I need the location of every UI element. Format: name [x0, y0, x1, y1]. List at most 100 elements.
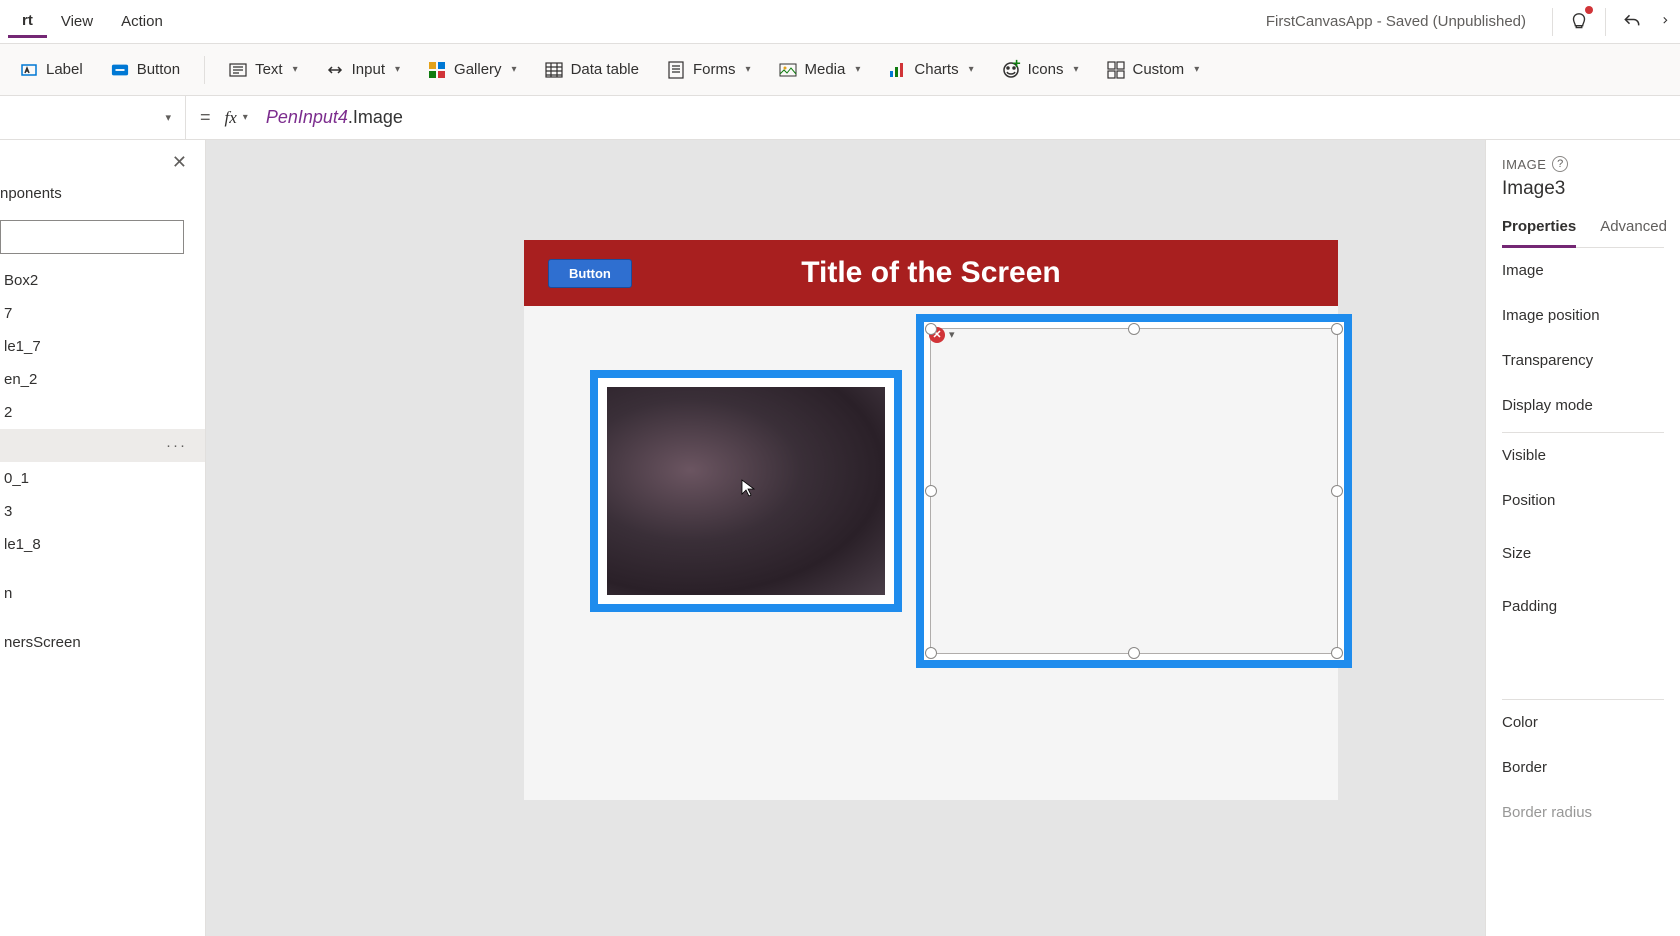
image-control-1[interactable] [590, 370, 902, 612]
cursor-icon [741, 479, 755, 497]
label-icon [20, 61, 38, 79]
chevron-down-icon: ▾ [1073, 64, 1078, 75]
resize-handle[interactable] [1331, 323, 1343, 335]
tree-item[interactable]: ··· [0, 429, 205, 462]
top-menubar: rt View Action FirstCanvasApp - Saved (U… [0, 0, 1680, 44]
selection-frame[interactable]: ✕ ▾ [930, 328, 1338, 654]
insert-forms-dropdown[interactable]: Forms▾ [655, 55, 763, 85]
close-icon[interactable]: ✕ [172, 152, 187, 173]
insert-ribbon: Label Button Text▾ Input▾ Gallery▾ Data … [0, 44, 1680, 96]
components-tab[interactable]: nponents [0, 181, 205, 212]
divider [1552, 8, 1553, 36]
prop-image-position[interactable]: Image position [1502, 293, 1664, 338]
prop-visible[interactable]: Visible [1502, 433, 1664, 478]
prop-color[interactable]: Color [1502, 700, 1664, 745]
screen-header: Button Title of the Screen [524, 240, 1338, 306]
insert-label-button[interactable]: Label [8, 55, 95, 85]
tree-item[interactable]: 7 [0, 297, 205, 330]
tree-item[interactable] [0, 561, 205, 577]
app-checker-icon[interactable] [1559, 2, 1599, 42]
screen-title: Title of the Screen [524, 256, 1338, 290]
insert-custom-dropdown[interactable]: Custom▾ [1095, 55, 1212, 85]
datatable-icon [545, 61, 563, 79]
redo-icon[interactable] [1652, 2, 1672, 42]
input-icon [326, 61, 344, 79]
tree-search[interactable] [0, 220, 205, 254]
resize-handle[interactable] [925, 485, 937, 497]
prop-padding[interactable]: Padding [1502, 576, 1664, 629]
control-type-label: IMAGE ? [1502, 156, 1664, 172]
tree-list: Box27le1_7en_22 ··· 0_13le1_8n nersScreen [0, 264, 205, 659]
image-control-selected[interactable]: ✕ ▾ [916, 314, 1352, 668]
chevron-down-icon: ▾ [395, 64, 400, 75]
chevron-down-icon: ▾ [855, 64, 860, 75]
tree-item[interactable]: le1_8 [0, 528, 205, 561]
resize-handle[interactable] [925, 323, 937, 335]
prop-size[interactable]: Size [1502, 523, 1664, 576]
image-content [607, 387, 885, 595]
control-name[interactable]: Image3 [1502, 178, 1664, 200]
app-screen: Button Title of the Screen ✕ ▾ [524, 240, 1338, 800]
canvas-area[interactable]: Button Title of the Screen ✕ ▾ [206, 140, 1485, 936]
menu-insert[interactable]: rt [8, 6, 47, 38]
insert-icons-dropdown[interactable]: + Icons▾ [990, 55, 1091, 85]
formula-input[interactable]: fx ▾ PenInput4.Image [225, 96, 1680, 139]
prop-image[interactable]: Image [1502, 248, 1664, 293]
gallery-icon [428, 61, 446, 79]
chevron-down-icon[interactable]: ▾ [949, 328, 955, 341]
chevron-down-icon: ▾ [1194, 64, 1199, 75]
resize-handle[interactable] [925, 647, 937, 659]
chevron-down-icon: ▾ [165, 111, 171, 124]
resize-handle[interactable] [1331, 485, 1343, 497]
chevron-down-icon: ▾ [745, 64, 750, 75]
resize-handle[interactable] [1331, 647, 1343, 659]
tree-item[interactable] [0, 610, 205, 626]
menu-view[interactable]: View [47, 7, 107, 36]
chevron-down-icon: ▾ [969, 64, 974, 75]
prop-position[interactable]: Position [1502, 478, 1664, 523]
button-icon [111, 61, 129, 79]
tree-item[interactable]: le1_7 [0, 330, 205, 363]
label-text: Label [46, 61, 83, 78]
prop-display-mode[interactable]: Display mode [1502, 383, 1664, 428]
chevron-down-icon[interactable]: ▾ [243, 112, 248, 123]
formula-bar: ▾ = fx ▾ PenInput4.Image [0, 96, 1680, 140]
tree-item[interactable]: 0_1 [0, 462, 205, 495]
header-button[interactable]: Button [548, 259, 632, 288]
tree-item[interactable]: nersScreen [0, 626, 205, 659]
tree-item[interactable]: en_2 [0, 363, 205, 396]
more-icon[interactable]: ··· [166, 437, 187, 454]
tree-item[interactable]: n [0, 577, 205, 610]
prop-transparency[interactable]: Transparency [1502, 338, 1664, 383]
prop-border[interactable]: Border [1502, 745, 1664, 790]
tree-view-panel: ✕ nponents Box27le1_7en_22 ··· 0_13le1_8nn… [0, 140, 206, 936]
insert-datatable-button[interactable]: Data table [533, 55, 651, 85]
help-icon[interactable]: ? [1552, 156, 1568, 172]
search-input[interactable] [0, 220, 184, 254]
insert-text-dropdown[interactable]: Text▾ [217, 55, 310, 85]
properties-tab[interactable]: Properties [1502, 218, 1576, 248]
tree-item[interactable]: 3 [0, 495, 205, 528]
insert-input-dropdown[interactable]: Input▾ [314, 55, 412, 85]
property-selector[interactable]: ▾ [0, 96, 186, 139]
undo-icon[interactable] [1612, 2, 1652, 42]
tree-item[interactable]: 2 [0, 396, 205, 429]
text-icon [229, 61, 247, 79]
menu-action[interactable]: Action [107, 7, 177, 36]
tree-item[interactable]: Box2 [0, 264, 205, 297]
properties-panel: IMAGE ? Image3 Properties Advanced Image… [1485, 140, 1680, 936]
insert-gallery-dropdown[interactable]: Gallery▾ [416, 55, 529, 85]
app-title: FirstCanvasApp - Saved (Unpublished) [1266, 13, 1526, 30]
resize-handle[interactable] [1128, 323, 1140, 335]
prop-border-radius[interactable]: Border radius [1502, 790, 1664, 835]
button-text: Button [137, 61, 180, 78]
insert-charts-dropdown[interactable]: Charts▾ [876, 55, 985, 85]
divider [1605, 8, 1606, 36]
insert-button-button[interactable]: Button [99, 55, 192, 85]
insert-media-dropdown[interactable]: Media▾ [767, 55, 873, 85]
forms-icon [667, 61, 685, 79]
resize-handle[interactable] [1128, 647, 1140, 659]
icons-icon: + [1002, 61, 1020, 79]
fx-label: fx [225, 108, 243, 128]
advanced-tab[interactable]: Advanced [1600, 218, 1667, 247]
